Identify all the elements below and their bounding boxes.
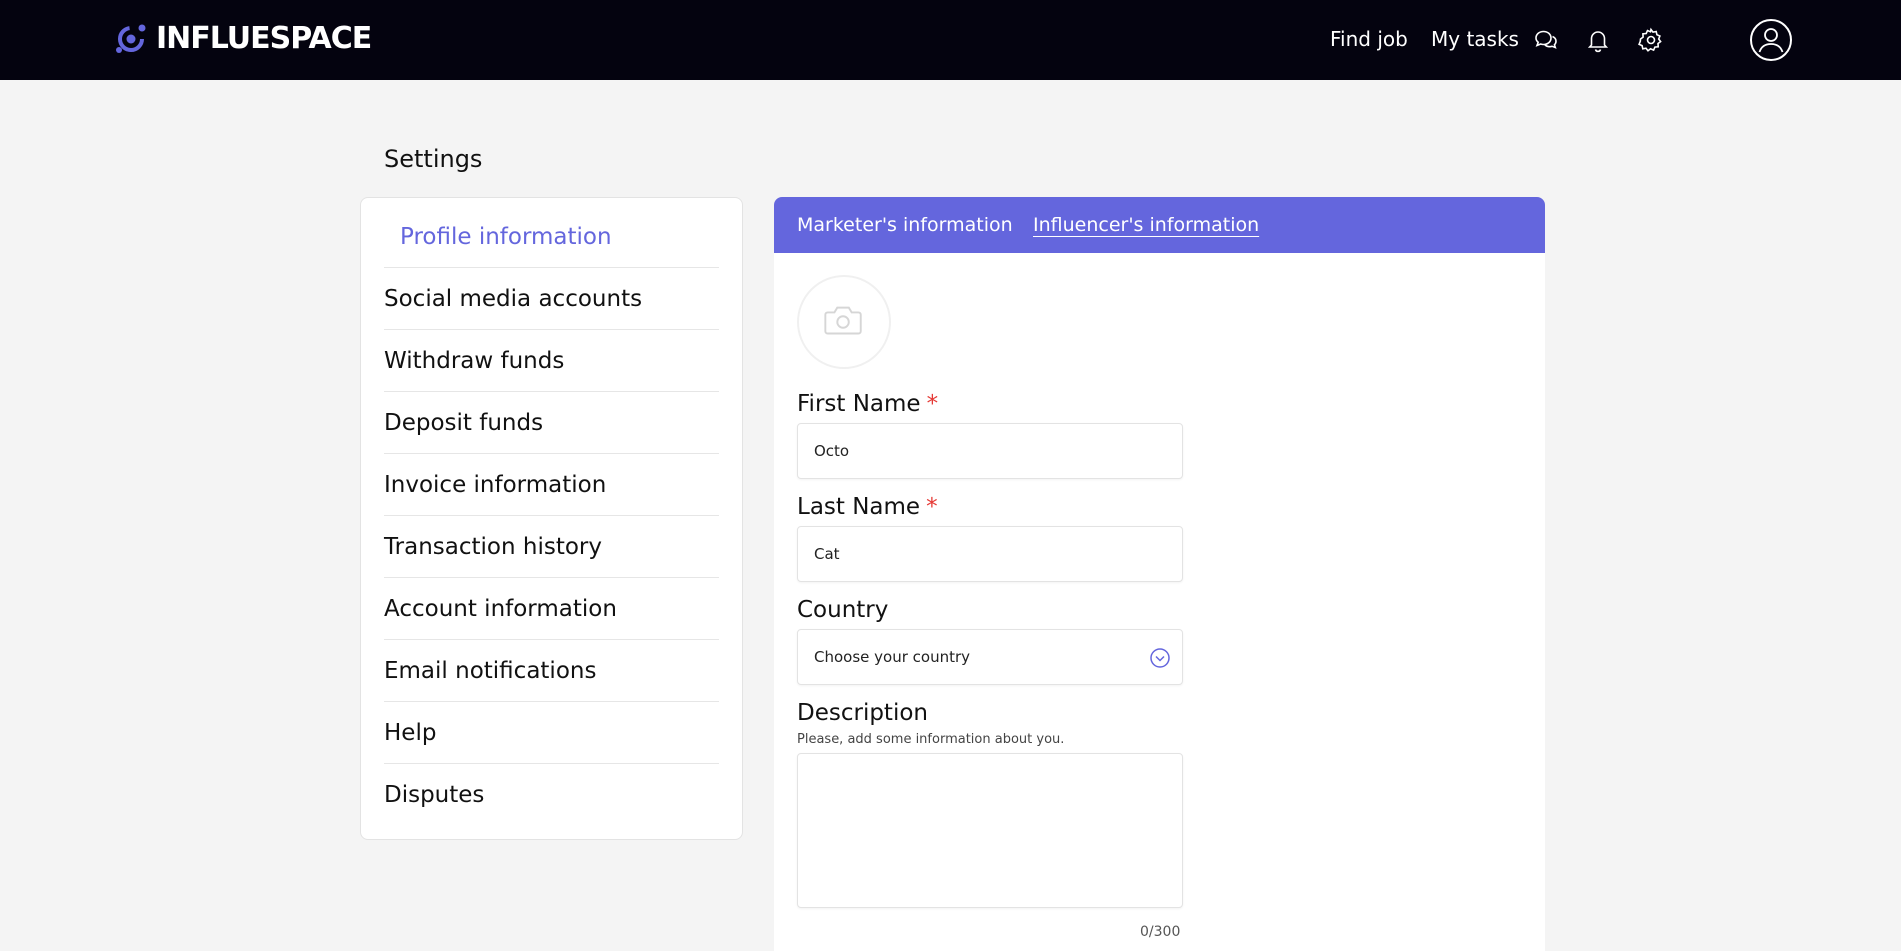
sidebar-item-account-information[interactable]: Account information [384,578,719,640]
description-character-counter: 0/300 [1140,924,1181,940]
sidebar-item-transaction-history[interactable]: Transaction history [384,516,719,578]
settings-sidebar: Profile information Social media account… [360,197,743,840]
country-label: Country [797,597,889,623]
chevron-down-icon [1150,648,1170,668]
page-title: Settings [384,145,483,173]
country-select[interactable]: Choose your country [797,629,1183,685]
description-textarea[interactable] [797,753,1183,908]
first-name-label: First Name * [797,391,939,417]
last-name-field[interactable] [797,526,1183,582]
sidebar-item-social-media-accounts[interactable]: Social media accounts [384,268,719,330]
last-name-label: Last Name * [797,494,938,520]
top-navigation-bar: INFLUESPACE Find job My tasks [0,0,1901,80]
description-hint: Please, add some information about you. [797,732,1065,747]
profile-photo-upload[interactable] [797,275,891,369]
user-avatar[interactable] [1750,19,1792,61]
description-label: Description [797,700,928,726]
sidebar-item-disputes[interactable]: Disputes [384,764,719,826]
nav-find-job[interactable]: Find job [1330,27,1408,51]
user-icon [1758,28,1784,53]
sidebar-item-help[interactable]: Help [384,702,719,764]
bell-icon[interactable] [1585,27,1611,53]
profile-form-card: Marketer's information Influencer's info… [774,197,1545,951]
logo-text: INFLUESPACE [156,20,372,56]
tab-marketers-information[interactable]: Marketer's information [797,214,1013,236]
nav-my-tasks[interactable]: My tasks [1431,27,1519,51]
required-marker: * [926,494,938,520]
gear-icon[interactable] [1638,27,1664,53]
tab-influencers-information[interactable]: Influencer's information [1033,214,1259,236]
chat-icon[interactable] [1533,27,1559,53]
country-select-placeholder: Choose your country [814,648,971,666]
first-name-field[interactable] [797,423,1183,479]
sidebar-item-withdraw-funds[interactable]: Withdraw funds [384,330,719,392]
sidebar-item-deposit-funds[interactable]: Deposit funds [384,392,719,454]
logo-icon [116,24,146,53]
profile-tabs: Marketer's information Influencer's info… [774,197,1545,253]
sidebar-item-invoice-information[interactable]: Invoice information [384,454,719,516]
influespace-logo[interactable]: INFLUESPACE [114,18,372,58]
sidebar-item-email-notifications[interactable]: Email notifications [384,640,719,702]
camera-icon [824,306,862,335]
required-marker: * [926,391,939,417]
sidebar-item-profile-information[interactable]: Profile information [384,206,719,268]
